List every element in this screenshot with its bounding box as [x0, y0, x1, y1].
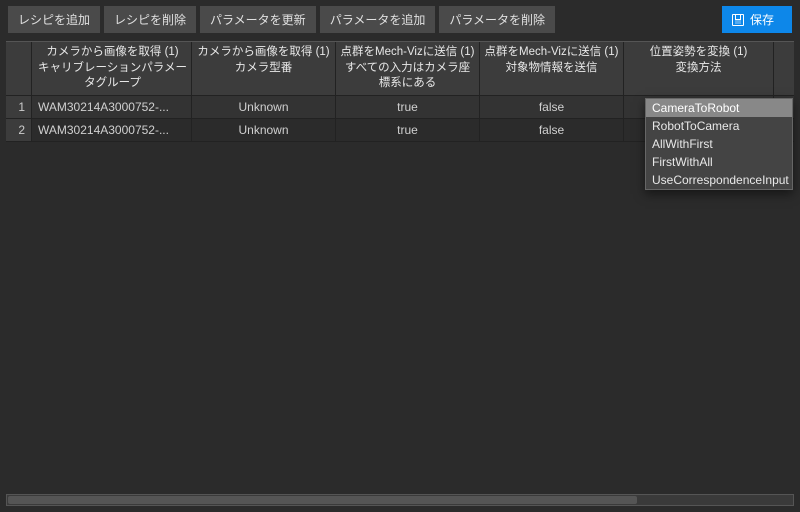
row-index: 2 [6, 119, 32, 141]
toolbar: レシピを追加 レシピを削除 パラメータを更新 パラメータを追加 パラメータを削除… [0, 0, 800, 39]
col-input-camera-coords[interactable]: 点群をMech-Vizに送信 (1) すべての入力はカメラ座標系にある [336, 42, 480, 95]
index-header [6, 42, 32, 95]
row-index: 1 [6, 96, 32, 118]
table-header: カメラから画像を取得 (1) キャリブレーションパラメータグループ カメラから画… [6, 41, 794, 96]
cell-send-object-info[interactable]: false [480, 119, 624, 141]
delete-recipe-button[interactable]: レシピを削除 [104, 6, 196, 33]
update-param-button[interactable]: パラメータを更新 [200, 6, 316, 33]
dropdown-option-camera-to-robot[interactable]: CameraToRobot [646, 99, 792, 117]
add-param-button[interactable]: パラメータを追加 [320, 6, 436, 33]
dropdown-option-first-with-all[interactable]: FirstWithAll [646, 153, 792, 171]
cell-send-object-info[interactable]: false [480, 96, 624, 118]
cell-input-camera-coords[interactable]: true [336, 96, 480, 118]
cell-input-camera-coords[interactable]: true [336, 119, 480, 141]
save-icon [732, 14, 744, 26]
col-transform-method[interactable]: 位置姿勢を変換 (1) 変換方法 [624, 42, 774, 95]
dropdown-option-use-correspondence-input[interactable]: UseCorrespondenceInput [646, 171, 792, 189]
add-recipe-button[interactable]: レシピを追加 [8, 6, 100, 33]
cell-camera-model[interactable]: Unknown [192, 119, 336, 141]
horizontal-scrollbar[interactable] [6, 494, 794, 506]
cell-calibration-group[interactable]: WAM30214A3000752-... [32, 96, 192, 118]
cell-camera-model[interactable]: Unknown [192, 96, 336, 118]
dropdown-option-all-with-first[interactable]: AllWithFirst [646, 135, 792, 153]
col-send-object-info[interactable]: 点群をMech-Vizに送信 (1) 対象物情報を送信 [480, 42, 624, 95]
save-button[interactable]: 保存 [722, 6, 792, 33]
scrollbar-thumb[interactable] [8, 496, 637, 504]
col-camera-model[interactable]: カメラから画像を取得 (1) カメラ型番 [192, 42, 336, 95]
cell-calibration-group[interactable]: WAM30214A3000752-... [32, 119, 192, 141]
transform-method-dropdown[interactable]: CameraToRobot RobotToCamera AllWithFirst… [645, 98, 793, 190]
col-calibration-group[interactable]: カメラから画像を取得 (1) キャリブレーションパラメータグループ [32, 42, 192, 95]
delete-param-button[interactable]: パラメータを削除 [439, 6, 555, 33]
dropdown-option-robot-to-camera[interactable]: RobotToCamera [646, 117, 792, 135]
save-label: 保存 [750, 11, 774, 28]
